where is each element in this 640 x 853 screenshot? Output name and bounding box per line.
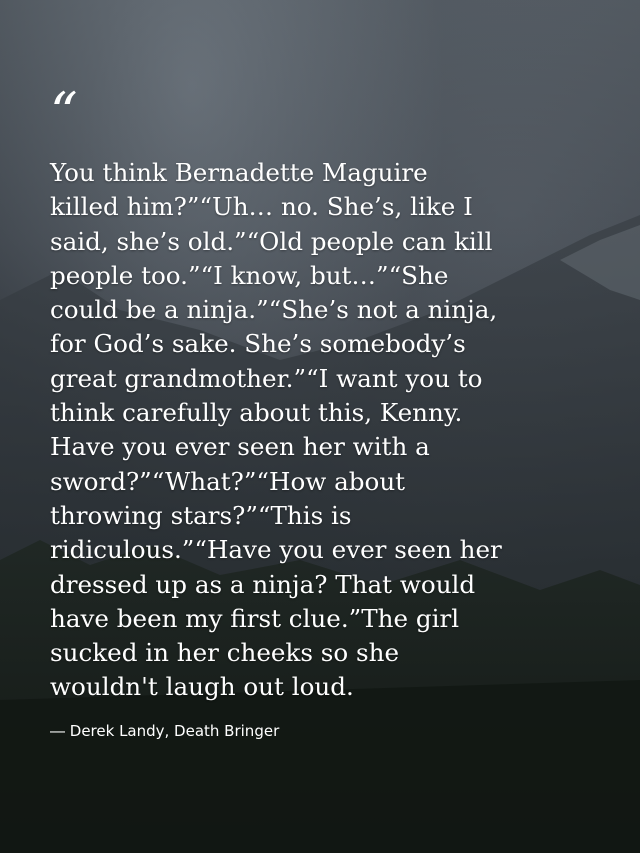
quote-attribution: ― Derek Landy, Death Bringer (50, 722, 280, 740)
quote-text: You think Bernadette Maguire killed him?… (50, 158, 502, 702)
quote-mark-icon: “ (50, 81, 78, 144)
